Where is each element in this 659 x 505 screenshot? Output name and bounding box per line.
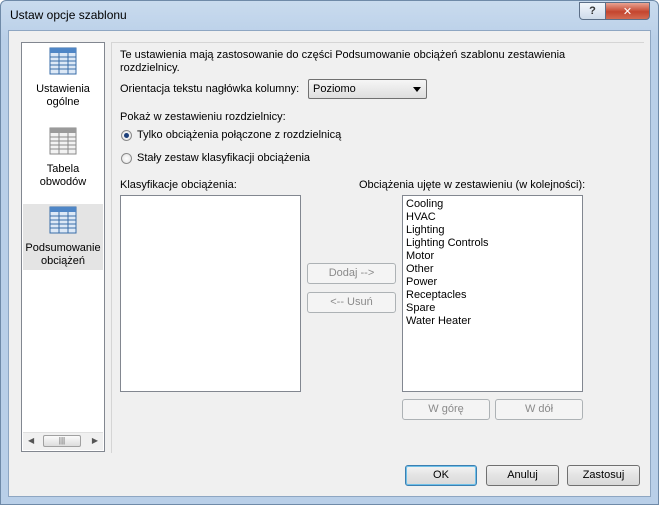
included-loads-label: Obciążenia ujęte w zestawieniu (w kolejn… xyxy=(359,179,586,191)
settings-panel: Te ustawienia mają zastosowanie do częśc… xyxy=(111,42,644,453)
show-in-schedule-label: Pokaż w zestawieniu rozdzielnicy: xyxy=(120,111,286,123)
radio-connected-loads[interactable] xyxy=(121,130,132,141)
list-item[interactable]: Power xyxy=(406,276,437,288)
list-item[interactable]: Cooling xyxy=(406,198,443,210)
title-bar[interactable]: Ustaw opcje szablonu ? ✕ xyxy=(1,1,658,29)
radio-fixed-label[interactable]: Stały zestaw klasyfikacji obciążenia xyxy=(137,152,310,164)
list-item[interactable]: Other xyxy=(406,263,434,275)
close-button[interactable]: ✕ xyxy=(605,2,650,20)
sidebar-item-general[interactable]: Ustawienia ogólne xyxy=(23,47,103,109)
dialog-window: Ustaw opcje szablonu ? ✕ Ustawienia ogól… xyxy=(0,0,659,505)
move-up-button[interactable]: W górę xyxy=(402,399,490,420)
sidebar-item-label: Podsumowanie obciążeń xyxy=(25,242,101,267)
description-line-1: Te ustawienia mają zastosowanie do częśc… xyxy=(120,49,566,61)
description-line-2: rozdzielnicy. xyxy=(120,62,180,74)
list-item[interactable]: Motor xyxy=(406,250,434,262)
ok-button[interactable]: OK xyxy=(405,465,477,486)
classifications-label: Klasyfikacje obciążenia: xyxy=(120,179,237,191)
list-item[interactable]: Water Heater xyxy=(406,315,471,327)
scroll-thumb[interactable]: ||| xyxy=(43,435,81,447)
dialog-body: Ustawienia ogólne Tabela obwodów Podsumo… xyxy=(8,30,651,497)
list-item[interactable]: HVAC xyxy=(406,211,436,223)
included-loads-listbox[interactable]: Cooling HVAC Lighting Lighting Controls Moto… xyxy=(402,195,583,392)
sidebar-item-load-summary[interactable]: Podsumowanie obciążeń xyxy=(23,204,103,270)
list-item[interactable]: Spare xyxy=(406,302,435,314)
orientation-value: Poziomo xyxy=(313,83,356,95)
classifications-listbox[interactable] xyxy=(120,195,301,392)
sidebar-scrollbar[interactable]: ◀ ||| ▶ xyxy=(23,432,103,450)
radio-fixed-set[interactable] xyxy=(121,153,132,164)
dropdown-arrow-icon xyxy=(413,87,421,92)
apply-button[interactable]: Zastosuj xyxy=(567,465,640,486)
list-item[interactable]: Lighting Controls xyxy=(406,237,489,249)
remove-button[interactable]: <-- Usuń xyxy=(307,292,396,313)
orientation-label: Orientacja tekstu nagłówka kolumny: xyxy=(120,83,300,95)
scroll-right-arrow-icon[interactable]: ▶ xyxy=(92,436,98,445)
radio-connected-label[interactable]: Tylko obciążenia połączone z rozdzielnic… xyxy=(137,129,341,141)
help-button[interactable]: ? xyxy=(579,2,606,20)
general-settings-icon xyxy=(49,47,77,75)
move-down-button[interactable]: W dół xyxy=(495,399,583,420)
load-summary-icon xyxy=(49,206,77,234)
add-button[interactable]: Dodaj --> xyxy=(307,263,396,284)
window-title: Ustaw opcje szablonu xyxy=(10,8,127,22)
sidebar-item-label: Tabela obwodów xyxy=(39,163,87,188)
list-item[interactable]: Lighting xyxy=(406,224,445,236)
cancel-button[interactable]: Anuluj xyxy=(486,465,559,486)
orientation-select[interactable]: Poziomo xyxy=(308,79,427,99)
sidebar-item-label: Ustawienia ogólne xyxy=(36,83,90,108)
sidebar-item-circuit-table[interactable]: Tabela obwodów xyxy=(23,127,103,189)
sidebar: Ustawienia ogólne Tabela obwodów Podsumo… xyxy=(21,42,105,452)
circuit-table-icon xyxy=(49,127,77,155)
scroll-left-arrow-icon[interactable]: ◀ xyxy=(28,436,34,445)
list-item[interactable]: Receptacles xyxy=(406,289,467,301)
